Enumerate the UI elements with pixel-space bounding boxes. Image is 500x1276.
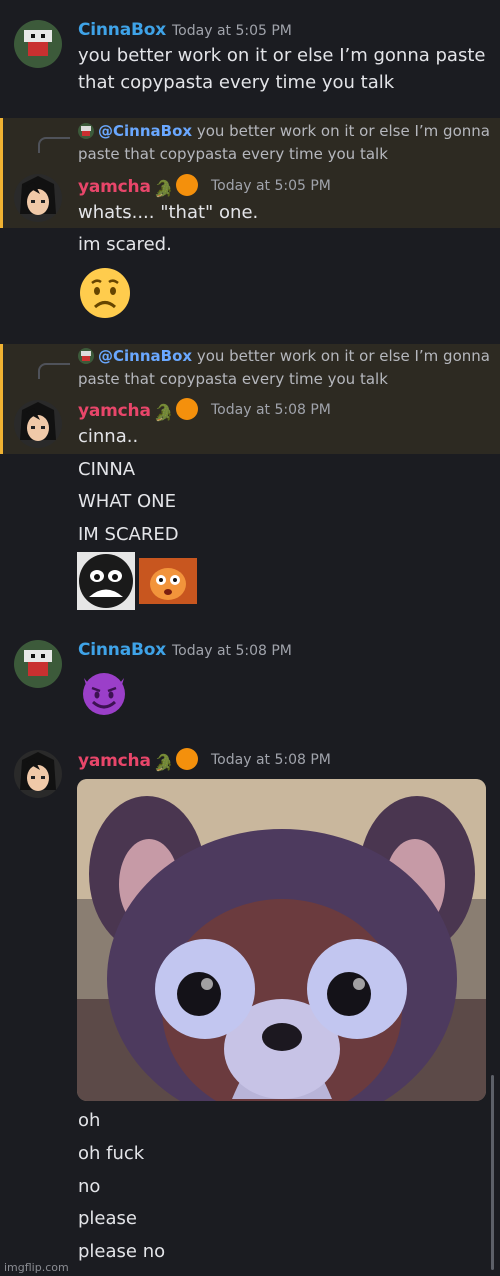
crocodile-emoji: 🐊 bbox=[153, 753, 174, 772]
reply-preview[interactable]: @CinnaBox you better work on it or else … bbox=[78, 345, 490, 368]
reply-avatar bbox=[78, 348, 94, 364]
reply-avatar bbox=[78, 123, 94, 139]
avatar-cinnabox[interactable] bbox=[14, 20, 62, 68]
message-text: cinna.. bbox=[78, 426, 139, 447]
message-text: im scared. bbox=[78, 234, 172, 255]
message-text: please bbox=[78, 1208, 137, 1229]
author-name[interactable]: CinnaBox bbox=[78, 640, 166, 660]
author-name-text: yamcha bbox=[78, 177, 151, 197]
orange-character-emoji bbox=[139, 558, 197, 608]
smiling-imp-emoji bbox=[78, 666, 130, 722]
watermark: imgflip.com bbox=[4, 1261, 69, 1274]
reply-text-continued: paste that copypasta every time you talk bbox=[78, 145, 388, 163]
reply-mention[interactable]: @CinnaBox bbox=[98, 122, 192, 140]
avatar-cinnabox[interactable] bbox=[14, 640, 62, 688]
reply-text: you better work on it or else I’m gonna bbox=[196, 347, 490, 365]
author-name[interactable]: CinnaBox bbox=[78, 20, 166, 40]
avatar-yamcha[interactable] bbox=[14, 174, 62, 222]
message-text: CINNA bbox=[78, 459, 136, 480]
sad-custom-emoji bbox=[77, 552, 135, 614]
timestamp: Today at 5:08 PM bbox=[211, 402, 331, 418]
author-name-text: yamcha bbox=[78, 751, 151, 771]
message-text: whats.... "that" one. bbox=[78, 202, 259, 223]
message-text: oh bbox=[78, 1110, 101, 1131]
message-text: WHAT ONE bbox=[78, 491, 176, 512]
reply-mention[interactable]: @CinnaBox bbox=[98, 347, 192, 365]
worried-face-emoji bbox=[78, 266, 132, 324]
timestamp: Today at 5:05 PM bbox=[172, 23, 292, 39]
message-text: that copypasta every time you talk bbox=[78, 72, 395, 93]
timestamp: Today at 5:08 PM bbox=[172, 643, 292, 659]
mention-highlight-bar bbox=[0, 344, 3, 454]
author-name[interactable]: yamcha 🐊 bbox=[78, 748, 199, 772]
author-name[interactable]: yamcha 🐊 bbox=[78, 174, 199, 198]
message-text: please no bbox=[78, 1241, 166, 1262]
timestamp: Today at 5:08 PM bbox=[211, 752, 331, 768]
message-text: you better work on it or else I’m gonna … bbox=[78, 45, 486, 66]
image-attachment[interactable] bbox=[77, 779, 486, 1101]
reply-connector bbox=[38, 137, 70, 153]
author-name-text: yamcha bbox=[78, 401, 151, 421]
orange-circle-emoji bbox=[176, 398, 199, 420]
reply-text: you better work on it or else I’m gonna bbox=[196, 122, 490, 140]
author-name[interactable]: yamcha 🐊 bbox=[78, 398, 199, 422]
timestamp: Today at 5:05 PM bbox=[211, 178, 331, 194]
mention-highlight-bar bbox=[0, 118, 3, 228]
reply-preview[interactable]: @CinnaBox you better work on it or else … bbox=[78, 120, 490, 143]
crocodile-emoji: 🐊 bbox=[153, 403, 174, 422]
message-text: no bbox=[78, 1176, 101, 1197]
message-text: oh fuck bbox=[78, 1143, 145, 1164]
reply-text-continued: paste that copypasta every time you talk bbox=[78, 370, 388, 388]
reply-connector bbox=[38, 363, 70, 379]
avatar-yamcha[interactable] bbox=[14, 750, 62, 798]
orange-circle-emoji bbox=[176, 748, 199, 770]
message-text: IM SCARED bbox=[78, 524, 179, 545]
scrollbar[interactable] bbox=[491, 1075, 494, 1270]
crocodile-emoji: 🐊 bbox=[153, 179, 174, 198]
avatar-yamcha[interactable] bbox=[14, 400, 62, 448]
orange-circle-emoji bbox=[176, 174, 199, 196]
